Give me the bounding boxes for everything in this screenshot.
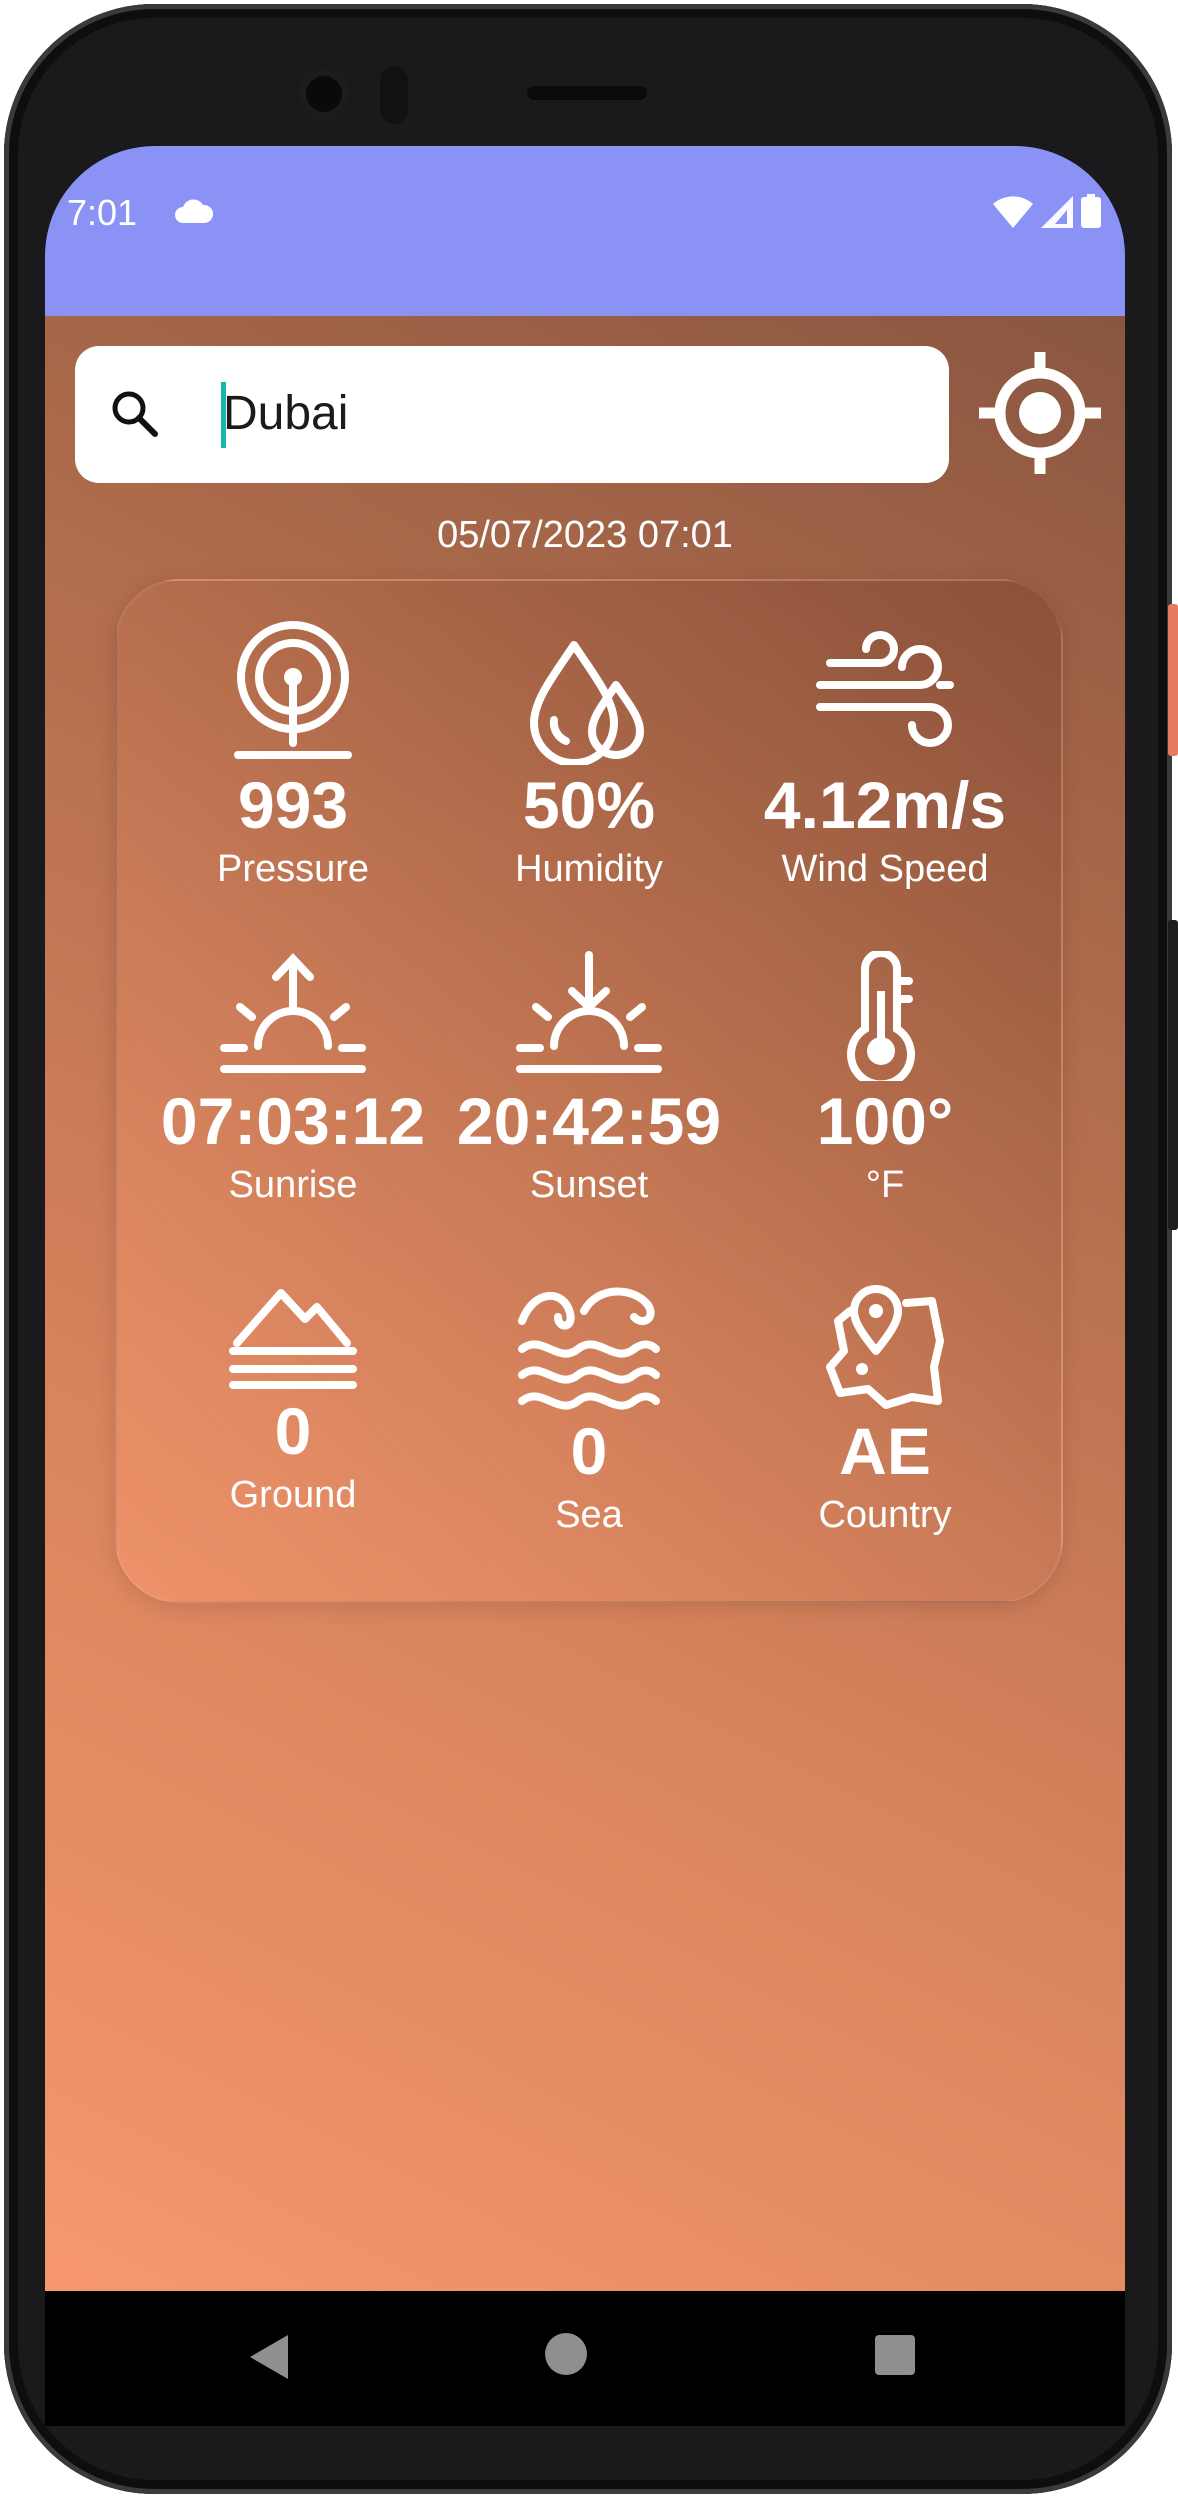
ground-tile: 0 Ground [143,1281,443,1519]
sunrise-tile: 07:03:12 Sunrise [143,951,443,1209]
ground-label: Ground [229,1474,357,1516]
temperature-tile: 100° °F [735,951,1035,1209]
main-content: Dubai 05/07/2023 07:01 993 Pressure 50% … [45,316,1125,2291]
sea-label: Sea [555,1494,623,1536]
search-input[interactable]: Dubai [223,384,348,444]
humidity-tile: 50% Humidity [439,615,739,893]
wind-speed-label: Wind Speed [781,848,989,890]
temperature-unit-label: °F [865,1164,905,1206]
country-value: AE [839,1414,931,1488]
ground-value: 0 [274,1394,312,1468]
sea-value: 0 [570,1414,608,1488]
pressure-value: 993 [237,768,349,842]
navigation-bar [45,2291,1125,2426]
sunrise-icon [220,953,366,1073]
earpiece-speaker [527,86,647,100]
humidity-value: 50% [522,768,656,842]
pressure-icon [234,621,352,759]
location-target-icon[interactable] [979,352,1101,474]
thermometer-icon [847,951,915,1081]
front-camera [298,68,350,120]
country-map-icon [826,1285,944,1409]
humidity-label: Humidity [515,848,663,890]
sunset-label: Sunset [529,1164,649,1206]
home-icon[interactable] [545,2333,587,2375]
pressure-label: Pressure [216,848,370,890]
back-icon[interactable] [250,2335,290,2379]
sunrise-label: Sunrise [228,1164,358,1206]
mountain-icon [229,1289,357,1389]
search-icon[interactable] [107,386,163,442]
wind-speed-value: 4.12m/s [763,768,1007,842]
screen: 7:01 Dubai 05/07/2023 07:01 993 Pressure… [45,146,1125,2426]
wind-icon [816,631,954,747]
power-button [1168,604,1178,756]
proximity-sensor [380,66,408,124]
signal-icon [1041,196,1073,228]
search-box[interactable]: Dubai [75,346,949,483]
wifi-icon [993,196,1033,228]
wind-speed-tile: 4.12m/s Wind Speed [735,615,1035,893]
weather-card: 993 Pressure 50% Humidity 4.12m/s Wind S… [115,579,1063,1603]
battery-icon [1081,194,1101,228]
status-time: 7:01 [67,192,138,233]
sunset-tile: 20:42:59 Sunset [439,951,739,1209]
recents-icon[interactable] [875,2335,915,2375]
sea-waves-icon [518,1287,660,1410]
sunset-value: 20:42:59 [456,1084,722,1158]
sea-tile: 0 Sea [439,1281,739,1539]
sunrise-value: 07:03:12 [160,1084,426,1158]
volume-button [1168,920,1178,1230]
status-bar: 7:01 [45,146,1125,316]
country-label: Country [818,1494,952,1536]
status-icons [993,194,1101,228]
sunset-icon [516,951,662,1073]
date-time: 05/07/2023 07:01 [437,514,733,556]
country-tile: AE Country [735,1281,1035,1539]
temperature-value: 100° [816,1084,954,1158]
humidity-icon [530,641,644,765]
pressure-tile: 993 Pressure [143,615,443,893]
cloud-icon [175,199,213,223]
